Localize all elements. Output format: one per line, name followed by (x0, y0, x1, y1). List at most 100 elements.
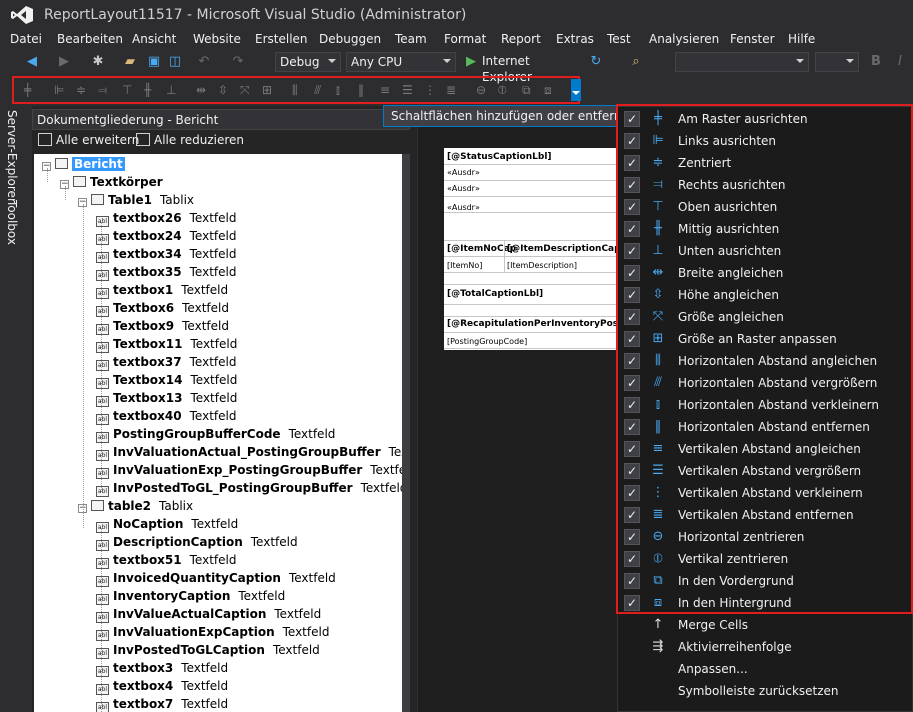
align-center-icon[interactable]: ≑ (76, 83, 86, 97)
tab-server-explorer[interactable]: Server-Explorer (5, 110, 19, 203)
same-size-icon[interactable]: ⤧ (240, 83, 250, 97)
tree-node[interactable]: abl textbox35 Textfeld (96, 263, 236, 281)
checkbox-icon[interactable]: ✓ (624, 419, 640, 435)
menu-item[interactable]: ✓ ╪ Am Raster ausrichten (618, 108, 912, 130)
menu-fenster[interactable]: Fenster (730, 32, 775, 46)
align-right-icon[interactable]: ⫤ (98, 83, 107, 97)
menu-item[interactable]: ⇶ Aktivierreihenfolge (618, 636, 912, 658)
checkbox-icon[interactable]: ✓ (624, 111, 640, 127)
hspace-remove-icon[interactable]: ‖ (358, 83, 364, 97)
tree-node[interactable]: abl InvoicedQuantityCaption Textfeld (96, 569, 336, 587)
menu-item[interactable]: ✓ ⧉ In den Vordergrund (618, 570, 912, 592)
tree-node[interactable]: abl Textbox11 Textfeld (96, 335, 237, 353)
bold-icon[interactable]: B (870, 54, 882, 70)
checkbox-icon[interactable]: ✓ (624, 463, 640, 479)
tree-node[interactable]: − table2 Tablix (78, 497, 193, 515)
tree-node[interactable]: abl textbox34 Textfeld (96, 245, 236, 263)
tree-node[interactable]: abl Textbox6 Textfeld (96, 299, 229, 317)
open-folder-icon[interactable]: ▰ (122, 54, 138, 70)
same-height-icon[interactable]: ⇳ (218, 83, 228, 97)
back-icon[interactable]: ◀ (24, 54, 40, 70)
report-cell[interactable]: [@ItemDescriptionCaptio (507, 244, 616, 254)
tab-toolbox[interactable]: Toolbox (5, 200, 19, 245)
menu-item[interactable]: ✓ ⊥ Unten ausrichten (618, 240, 912, 262)
checkbox-icon[interactable]: ✓ (624, 353, 640, 369)
save-icon[interactable]: ▣ (146, 54, 162, 70)
menu-item[interactable]: Symbolleiste zurücksetzen (618, 680, 912, 702)
save-all-icon[interactable]: ◫ (167, 54, 183, 70)
vspace-equal-icon[interactable]: ≡ (380, 83, 390, 97)
configuration-select[interactable]: Debug (275, 52, 341, 72)
checkbox-icon[interactable]: ✓ (624, 265, 640, 281)
hspace-increase-icon[interactable]: ⫻ (314, 83, 321, 97)
checkbox-icon[interactable]: ✓ (624, 287, 640, 303)
bring-to-front-icon[interactable]: ⧉ (522, 83, 531, 97)
align-middle-icon[interactable]: ╫ (144, 83, 151, 97)
tree-node[interactable]: abl textbox1 Textfeld (96, 281, 228, 299)
customize-toolbar-button[interactable]: Schaltflächen hinzufügen oder entfernen (383, 105, 637, 127)
tree-node[interactable]: abl InventoryCaption Textfeld (96, 587, 285, 605)
tree-node[interactable]: abl textbox24 Textfeld (96, 227, 236, 245)
tree-node[interactable]: abl textbox37 Textfeld (96, 353, 236, 371)
tree-node[interactable]: abl InvPostedToGLCaption Textfeld (96, 641, 320, 659)
checkbox-icon[interactable]: ✓ (624, 133, 640, 149)
menu-team[interactable]: Team (395, 32, 427, 46)
tree-node[interactable]: abl textbox26 Textfeld (96, 209, 236, 227)
menu-item[interactable]: ↑ Merge Cells (618, 614, 912, 636)
menu-item[interactable]: ✓ ⦶ Vertikal zentrieren (618, 548, 912, 570)
undo-icon[interactable]: ↶ (196, 54, 212, 70)
checkbox-icon[interactable]: ✓ (624, 507, 640, 523)
menu-item[interactable]: Anpassen... (618, 658, 912, 680)
font-size-select[interactable] (815, 52, 859, 72)
menu-item[interactable]: ✓ ⇹ Breite angleichen (618, 262, 912, 284)
expand-all-button[interactable]: Alle erweitern (38, 133, 139, 151)
checkbox-icon[interactable]: ✓ (624, 441, 640, 457)
menu-item[interactable]: ✓ ⊞ Größe an Raster anpassen (618, 328, 912, 350)
tree-node[interactable]: abl textbox4 Textfeld (96, 677, 228, 695)
send-to-back-icon[interactable]: ⧈ (544, 83, 552, 97)
toolbar-options-button[interactable] (571, 79, 581, 101)
checkbox-icon[interactable]: ✓ (624, 529, 640, 545)
checkbox-icon[interactable]: ✓ (624, 221, 640, 237)
tree-node[interactable]: abl Textbox13 Textfeld (96, 389, 237, 407)
hspace-equal-icon[interactable]: ⫼ (292, 83, 298, 97)
new-project-icon[interactable]: ✱ (90, 54, 106, 70)
vspace-increase-icon[interactable]: ☰ (402, 83, 413, 97)
tree-node[interactable]: − Table1 Tablix (78, 191, 194, 209)
menu-item[interactable]: ✓ ⤧ Größe angleichen (618, 306, 912, 328)
tree-node[interactable]: abl textbox51 Textfeld (96, 551, 236, 569)
menu-item[interactable]: ✓ ≑ Zentriert (618, 152, 912, 174)
menu-item[interactable]: ✓ ⫾ Horizontalen Abstand verkleinern (618, 394, 912, 416)
run-icon[interactable]: ▶ (464, 54, 478, 70)
menu-datei[interactable]: Datei (10, 32, 42, 46)
redo-icon[interactable]: ↷ (230, 54, 246, 70)
tree-node[interactable]: abl InvValuationActual_PostingGroupBuffer… (96, 443, 402, 461)
menu-analysieren[interactable]: Analysieren (649, 32, 719, 46)
report-cell[interactable]: [@ItemNoCap (447, 244, 516, 254)
tree-node[interactable]: − Bericht (42, 155, 133, 173)
menu-hilfe[interactable]: Hilfe (788, 32, 815, 46)
checkbox-icon[interactable]: ✓ (624, 397, 640, 413)
report-cell[interactable]: «Ausdr» (447, 184, 480, 193)
tree-node[interactable]: abl textbox7 Textfeld (96, 695, 228, 712)
tree-node[interactable]: abl Textbox9 Textfeld (96, 317, 229, 335)
tree-node[interactable]: − Textkörper (60, 173, 171, 191)
checkbox-icon[interactable]: ✓ (624, 573, 640, 589)
report-cell[interactable]: «Ausdr» (447, 168, 480, 177)
menu-item[interactable]: ✓ ‖ Horizontalen Abstand entfernen (618, 416, 912, 438)
menu-test[interactable]: Test (607, 32, 631, 46)
checkbox-icon[interactable]: ✓ (624, 551, 640, 567)
checkbox-icon[interactable]: ✓ (624, 331, 640, 347)
checkbox-icon[interactable]: ✓ (624, 375, 640, 391)
report-cell[interactable]: «Ausdr» (447, 203, 480, 212)
checkbox-icon[interactable]: ✓ (624, 309, 640, 325)
menu-item[interactable]: ✓ ⊤ Oben ausrichten (618, 196, 912, 218)
menu-website[interactable]: Website (193, 32, 241, 46)
forward-icon[interactable]: ▶ (56, 54, 72, 70)
checkbox-icon[interactable]: ✓ (624, 177, 640, 193)
report-cell[interactable]: [ItemDescription] (507, 261, 577, 270)
menu-item[interactable]: ✓ ⇳ Höhe angleichen (618, 284, 912, 306)
menu-item[interactable]: ✓ ⧈ In den Hintergrund (618, 592, 912, 614)
report-cell[interactable]: [PostingGroupCode] (447, 337, 527, 346)
tree-node[interactable]: abl Textbox14 Textfeld (96, 371, 237, 389)
